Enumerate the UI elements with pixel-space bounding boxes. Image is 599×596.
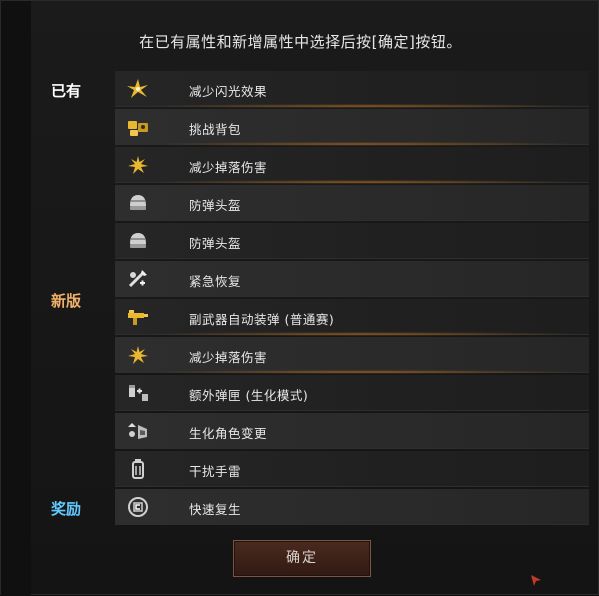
attribute-label: 快速复生 <box>189 502 242 517</box>
quick-respawn-icon <box>128 497 148 517</box>
attribute-row-helmet[interactable]: 防弹头盔 <box>115 185 589 221</box>
attribute-row-challenge-backpack[interactable]: 挑战背包 <box>115 109 589 146</box>
instruction-text: 在已有属性和新增属性中选择后按[确定]按钮。 <box>139 33 462 51</box>
attribute-row-jammer-grenade[interactable]: 干扰手雷 <box>115 451 589 487</box>
auto-reload-icon <box>128 310 148 325</box>
helmet-icon <box>130 233 146 248</box>
attribute-label: 紧急恢复 <box>189 274 242 289</box>
helmet-icon <box>130 195 146 210</box>
attribute-label: 挑战背包 <box>189 122 242 137</box>
attribute-row-flash-reduce[interactable]: 减少闪光效果 <box>115 71 589 108</box>
attribute-row-role-change[interactable]: 生化角色变更 <box>115 413 589 449</box>
attribute-row-helmet[interactable]: 防弹头盔 <box>115 223 589 259</box>
attribute-row-fall-damage[interactable]: 减少掉落伤害 <box>115 337 589 374</box>
attribute-row-extra-magazine[interactable]: 额外弹匣 (生化模式) <box>115 375 589 411</box>
attribute-label: 副武器自动装弹 (普通赛) <box>189 312 335 327</box>
attribute-label: 减少闪光效果 <box>189 84 268 99</box>
emergency-recover-icon <box>128 270 147 288</box>
confirm-button[interactable]: 确定 <box>233 540 371 577</box>
attribute-label: 干扰手雷 <box>189 464 242 479</box>
cursor-icon <box>531 575 541 586</box>
fall-damage-icon <box>128 156 148 174</box>
group-label-existing: 已有 <box>50 82 81 100</box>
attribute-label: 防弹头盔 <box>189 198 242 213</box>
attribute-row-fall-damage[interactable]: 减少掉落伤害 <box>115 147 589 184</box>
role-change-icon <box>128 423 147 439</box>
attribute-row-quick-respawn[interactable]: 快速复生 <box>115 489 589 525</box>
attribute-label: 减少掉落伤害 <box>189 350 268 365</box>
extra-magazine-icon <box>129 385 148 401</box>
attribute-label: 生化角色变更 <box>189 426 268 441</box>
challenge-backpack-icon <box>128 121 148 136</box>
group-label-new: 新版 <box>50 292 81 310</box>
attribute-label: 额外弹匣 (生化模式) <box>189 388 309 403</box>
attribute-label: 减少掉落伤害 <box>189 160 268 175</box>
fall-damage-icon <box>128 346 148 364</box>
flash-reduce-icon <box>127 79 148 98</box>
jammer-grenade-icon <box>132 459 144 479</box>
background-panel <box>1 1 31 596</box>
attribute-row-auto-reload[interactable]: 副武器自动装弹 (普通赛) <box>115 299 589 336</box>
attribute-row-emergency-recover[interactable]: 紧急恢复 <box>115 261 589 297</box>
attribute-label: 防弹头盔 <box>189 236 242 251</box>
attribute-select-dialog: 在已有属性和新增属性中选择后按[确定]按钮。 已有 新版 奖励 减少闪光效果 挑… <box>0 0 599 596</box>
group-label-reward: 奖励 <box>50 500 81 518</box>
